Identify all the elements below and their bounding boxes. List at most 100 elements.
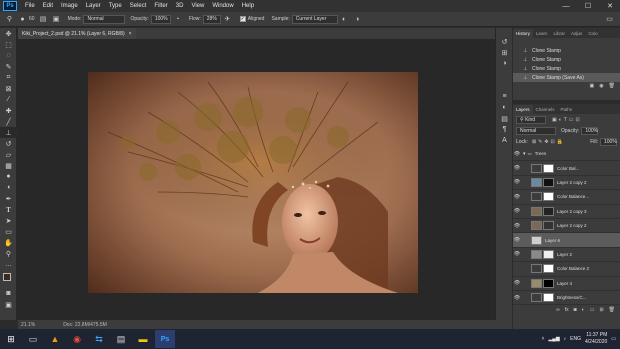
tray-arrow-icon[interactable]: ˄ xyxy=(542,336,545,342)
tab-learn[interactable]: Learn xyxy=(533,29,551,38)
minimize-button[interactable]: — xyxy=(556,0,576,12)
close-tab-icon[interactable]: × xyxy=(129,31,132,37)
layer-row[interactable]: 👁 Layer 2 copy 2 xyxy=(513,176,620,191)
new-adjustment-icon[interactable]: ◐ xyxy=(582,307,585,313)
mode-select[interactable]: Normal xyxy=(83,14,126,24)
pressure-size-icon[interactable]: ◑ xyxy=(353,15,362,24)
menu-window[interactable]: Window xyxy=(208,0,237,12)
layer-mask-thumbnail[interactable] xyxy=(543,264,554,274)
document-tab[interactable]: Kiki_Project_2.psd @ 21.1% (Layer 6, RGB… xyxy=(18,28,136,39)
clock[interactable]: 11:37 PM 4/24/2020 xyxy=(585,332,607,346)
eraser-tool-icon[interactable]: ▱ xyxy=(0,149,17,160)
tab-layers[interactable]: Layers xyxy=(513,105,533,114)
new-document-from-state-icon[interactable]: ▣ xyxy=(590,83,595,89)
airbrush-icon[interactable]: ✈ xyxy=(223,15,232,24)
tab-adjustments[interactable]: Adjus xyxy=(568,29,585,38)
character-panel-icon[interactable]: A xyxy=(496,135,513,146)
sample-select[interactable]: Current Layer xyxy=(291,14,338,24)
tab-channels[interactable]: Channels xyxy=(533,105,558,114)
clone-stamp-tool-icon[interactable]: ⚲ xyxy=(5,15,14,24)
crop-tool-icon[interactable]: ⌗ xyxy=(0,72,17,83)
foreground-color-swatch[interactable] xyxy=(3,273,11,281)
menu-layer[interactable]: Layer xyxy=(82,0,105,12)
history-item[interactable]: ⊥ Clone Stamp xyxy=(513,64,620,73)
frame-tool-icon[interactable]: ⊠ xyxy=(0,83,17,94)
layer-opacity-input[interactable]: 100% xyxy=(581,126,599,135)
clone-stamp-tool-icon[interactable]: ⊥ xyxy=(0,127,17,138)
layer-row[interactable]: 👁 Layer 2 copy 2 xyxy=(513,219,620,234)
blur-tool-icon[interactable]: ● xyxy=(0,171,17,182)
layer-row[interactable]: ▫ Color Balance 2 xyxy=(513,262,620,277)
close-window-button[interactable]: ✕ xyxy=(600,0,620,12)
opacity-input[interactable]: 100% xyxy=(150,14,171,24)
layer-mask-thumbnail[interactable] xyxy=(543,293,554,303)
menu-type[interactable]: Type xyxy=(105,0,126,12)
properties-panel-icon[interactable]: ≡ xyxy=(496,91,513,102)
menu-edit[interactable]: Edit xyxy=(39,0,57,12)
fill-input[interactable]: 100% xyxy=(600,137,617,146)
adjustments-panel-icon[interactable]: ◐ xyxy=(496,102,513,113)
visibility-eye-icon[interactable]: 👁 xyxy=(513,194,521,200)
chrome-icon[interactable]: ◉ xyxy=(67,330,87,348)
volume-icon[interactable]: ♪ xyxy=(564,336,567,342)
menu-help[interactable]: Help xyxy=(238,0,258,12)
quick-mask-icon[interactable]: ◙ xyxy=(0,288,17,299)
clone-source-icon[interactable]: ▣ xyxy=(52,15,61,24)
new-layer-icon[interactable]: ⊞ xyxy=(599,307,603,313)
visibility-eye-icon[interactable]: 👁 xyxy=(513,165,521,171)
network-icon[interactable]: ▂▄▆ xyxy=(548,336,559,342)
document-canvas[interactable] xyxy=(88,72,418,293)
layer-mask-thumbnail[interactable] xyxy=(543,177,554,187)
move-tool-icon[interactable]: ✥ xyxy=(0,28,17,39)
screen-mode-icon[interactable]: ▣ xyxy=(0,299,17,310)
history-item[interactable]: ⊥ Clone Stamp xyxy=(513,55,620,64)
visibility-eye-icon[interactable]: 👁 xyxy=(513,208,521,214)
layer-row[interactable]: 👁 Layer 2 copy 3 xyxy=(513,205,620,219)
lock-icons[interactable]: ⊠✎✥⊡🔒 xyxy=(532,139,565,145)
aligned-checkbox[interactable]: ✓ xyxy=(239,16,246,22)
layer-mask-thumbnail[interactable] xyxy=(543,163,554,173)
brush-tool-icon[interactable]: ╱ xyxy=(0,116,17,127)
menu-image[interactable]: Image xyxy=(57,0,82,12)
layer-row[interactable]: 👁 Layer 2 xyxy=(513,248,620,263)
layer-group-row[interactable]: 👁 ▾ ▭ Trees xyxy=(513,147,620,162)
layer-row[interactable]: 👁 Layer 4 xyxy=(513,277,620,291)
menu-file[interactable]: File xyxy=(21,0,39,12)
file-icon[interactable]: ▤ xyxy=(111,330,131,348)
photoshop-taskbar-icon[interactable]: Ps xyxy=(155,330,175,348)
dodge-tool-icon[interactable]: ◖ xyxy=(0,182,17,193)
visibility-eye-icon[interactable]: 👁 xyxy=(513,251,521,257)
quick-select-tool-icon[interactable]: ✎ xyxy=(0,61,17,72)
marquee-tool-icon[interactable]: ⬚ xyxy=(0,39,17,50)
layer-mask-thumbnail[interactable] xyxy=(543,206,554,216)
menu-filter[interactable]: Filter xyxy=(150,0,171,12)
rectangle-tool-icon[interactable]: ▭ xyxy=(0,226,17,237)
tab-color[interactable]: Colo xyxy=(585,29,600,38)
pen-tool-icon[interactable]: ✒ xyxy=(0,193,17,204)
workspace-icon[interactable]: ▭ xyxy=(605,15,614,24)
gradient-tool-icon[interactable]: ▦ xyxy=(0,160,17,171)
layer-row[interactable]: 👁 Brightness/C... xyxy=(513,291,620,306)
layer-filter-icons[interactable]: ▣◐T▭⊡ xyxy=(552,117,582,123)
notification-icon[interactable]: ▭ xyxy=(611,336,616,342)
delete-layer-icon[interactable]: 🗑 xyxy=(609,307,615,313)
menu-3d[interactable]: 3D xyxy=(172,0,188,12)
layer-row[interactable]: 👁 Color Bal... xyxy=(513,161,620,176)
tab-libraries[interactable]: Librar xyxy=(551,29,569,38)
history-panel-icon[interactable]: ↺ xyxy=(496,36,513,47)
zoom-tool-icon[interactable]: ⚲ xyxy=(0,248,17,259)
history-item-selected[interactable]: ⊥ Clone Stamp (Save As) xyxy=(513,73,620,82)
flow-input[interactable]: 28% xyxy=(202,14,221,24)
brush-preset-icon[interactable]: ● xyxy=(18,15,27,24)
layer-mask-thumbnail[interactable] xyxy=(543,221,554,231)
brush-settings-icon[interactable]: ▤ xyxy=(39,15,48,24)
windows-start-icon[interactable]: ⊞ xyxy=(1,330,21,348)
delete-state-icon[interactable]: 🗑 xyxy=(609,83,615,89)
type-tool-icon[interactable]: T xyxy=(0,204,17,215)
healing-brush-tool-icon[interactable]: ✚ xyxy=(0,105,17,116)
layer-style-icon[interactable]: fx xyxy=(565,307,569,313)
teamviewer-icon[interactable]: ⇆ xyxy=(89,330,109,348)
ignore-adjustment-icon[interactable]: ◐ xyxy=(340,15,349,24)
layer-row-selected[interactable]: 👁 Layer 6 xyxy=(513,233,620,248)
document-size[interactable]: Doc: 22.8M/475.5M xyxy=(63,322,107,328)
